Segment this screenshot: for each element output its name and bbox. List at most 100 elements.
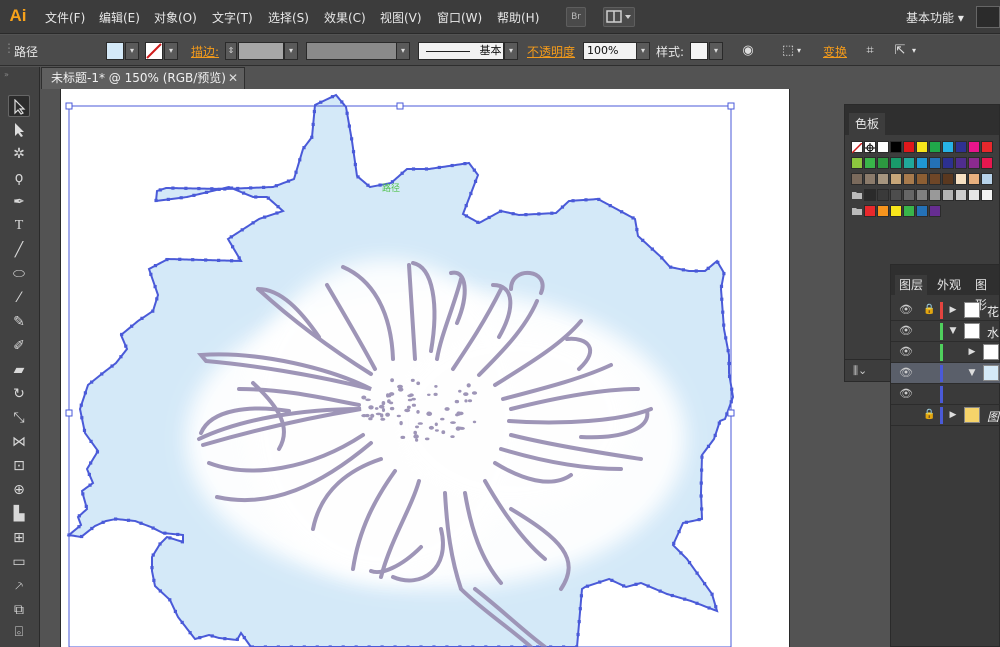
- swatch[interactable]: [877, 157, 889, 169]
- anchor-point[interactable]: [294, 170, 298, 174]
- fill-dropdown[interactable]: ▾: [125, 42, 139, 60]
- anchor-point[interactable]: [550, 211, 554, 215]
- anchor-point[interactable]: [571, 199, 575, 203]
- anchor-point[interactable]: [717, 421, 721, 425]
- swatch[interactable]: [968, 173, 980, 185]
- anchor-point[interactable]: [274, 184, 278, 188]
- anchor-point[interactable]: [310, 135, 314, 139]
- swatch[interactable]: [955, 157, 967, 169]
- anchor-point[interactable]: [254, 195, 258, 199]
- swatch[interactable]: [968, 141, 980, 153]
- anchor-point[interactable]: [178, 257, 182, 261]
- menu-effect[interactable]: 效果(C): [324, 9, 366, 26]
- tab-graphic-styles[interactable]: 图形: [971, 275, 999, 312]
- anchor-point[interactable]: [100, 372, 104, 376]
- anchor-point[interactable]: [276, 205, 280, 209]
- anchor-point[interactable]: [721, 310, 725, 314]
- anchor-point[interactable]: [695, 571, 699, 575]
- anchor-point[interactable]: [473, 179, 478, 184]
- anchor-point[interactable]: [411, 167, 416, 171]
- anchor-point[interactable]: [152, 578, 156, 583]
- anchor-point[interactable]: [463, 162, 467, 166]
- eraser-tool-icon[interactable]: ▰: [8, 359, 30, 381]
- recolor-artwork-icon[interactable]: ◉: [738, 42, 758, 60]
- anchor-point[interactable]: [727, 361, 731, 366]
- anchor-point[interactable]: [498, 209, 503, 213]
- anchor-point[interactable]: [158, 188, 162, 192]
- anchor-point[interactable]: [700, 455, 704, 459]
- close-document-icon[interactable]: ✕: [228, 68, 238, 88]
- swatch[interactable]: [981, 189, 993, 201]
- anchor-point[interactable]: [622, 584, 626, 588]
- sublayer-row[interactable]: 👁: [891, 384, 1000, 405]
- anchor-point[interactable]: [312, 109, 316, 114]
- anchor-point[interactable]: [140, 316, 144, 320]
- anchor-point[interactable]: [198, 636, 202, 640]
- layer-name[interactable]: 花: [987, 303, 999, 320]
- selection-tool-icon[interactable]: [8, 95, 30, 117]
- layer-name[interactable]: 水: [987, 324, 999, 341]
- anchor-point[interactable]: [635, 227, 639, 232]
- swatch[interactable]: [903, 157, 915, 169]
- anchor-point[interactable]: [89, 461, 93, 465]
- swatch[interactable]: [890, 205, 902, 217]
- swatch[interactable]: [890, 189, 902, 201]
- swatch[interactable]: [929, 189, 941, 201]
- swatch[interactable]: [890, 173, 902, 185]
- anchor-point[interactable]: [217, 258, 221, 262]
- opacity-label[interactable]: 不透明度: [527, 43, 575, 60]
- menu-edit[interactable]: 编辑(E): [99, 9, 140, 26]
- brush-definition[interactable]: 基本: [418, 42, 504, 60]
- swatch[interactable]: [877, 173, 889, 185]
- stroke-dropdown[interactable]: ▾: [164, 42, 178, 60]
- align-dropdown[interactable]: ▾: [797, 46, 801, 55]
- anchor-point[interactable]: [229, 235, 233, 239]
- swatch[interactable]: [955, 173, 967, 185]
- anchor-point[interactable]: [184, 186, 188, 190]
- anchor-point[interactable]: [114, 517, 118, 521]
- anchor-point[interactable]: [151, 553, 155, 557]
- panel-options-dropdown[interactable]: ▾: [912, 46, 916, 55]
- anchor-point[interactable]: [173, 609, 177, 614]
- anchor-point[interactable]: [469, 191, 473, 196]
- anchor-point[interactable]: [597, 197, 601, 202]
- lock-icon[interactable]: 🔒: [923, 304, 935, 316]
- eyedropper-tool-icon[interactable]: ⸕: [8, 575, 30, 597]
- blob-brush-tool-icon[interactable]: ✐: [8, 335, 30, 357]
- swatch[interactable]: [864, 157, 876, 169]
- stroke-label[interactable]: 描边:: [191, 43, 219, 60]
- anchor-point[interactable]: [124, 344, 128, 348]
- anchor-point[interactable]: [351, 150, 356, 154]
- anchor-point[interactable]: [700, 468, 704, 472]
- anchor-point[interactable]: [722, 323, 726, 327]
- anchor-point[interactable]: [237, 256, 241, 260]
- anchor-point[interactable]: [229, 259, 234, 263]
- swatch[interactable]: [877, 141, 889, 153]
- layer-row[interactable]: 🔒 ▶ 图: [891, 405, 1000, 426]
- anchor-point[interactable]: [720, 297, 724, 301]
- anchor-point[interactable]: [166, 197, 170, 202]
- anchor-point[interactable]: [560, 205, 565, 209]
- anchor-point[interactable]: [80, 534, 84, 539]
- anchor-point[interactable]: [150, 566, 154, 570]
- tab-layers[interactable]: 图层: [895, 275, 928, 295]
- anchor-point[interactable]: [176, 532, 180, 537]
- scale-tool-icon[interactable]: ⤡: [8, 407, 30, 429]
- stroke-swatch[interactable]: [145, 42, 163, 60]
- swatch[interactable]: [942, 173, 954, 185]
- anchor-point[interactable]: [679, 551, 683, 555]
- anchor-point[interactable]: [694, 269, 698, 273]
- anchor-point[interactable]: [585, 584, 590, 588]
- layer-name[interactable]: 图: [987, 408, 999, 425]
- anchor-point[interactable]: [236, 186, 240, 191]
- anchor-point[interactable]: [120, 332, 124, 337]
- magic-wand-tool-icon[interactable]: ✲: [8, 143, 30, 165]
- swatch-registration[interactable]: [864, 141, 876, 153]
- visibility-eye-icon[interactable]: 👁: [899, 346, 913, 358]
- swatch[interactable]: [864, 173, 876, 185]
- anchor-point[interactable]: [672, 541, 676, 546]
- swatch[interactable]: [942, 141, 954, 153]
- anchor-point[interactable]: [197, 186, 201, 191]
- swatch[interactable]: [981, 173, 993, 185]
- anchor-point[interactable]: [154, 198, 158, 203]
